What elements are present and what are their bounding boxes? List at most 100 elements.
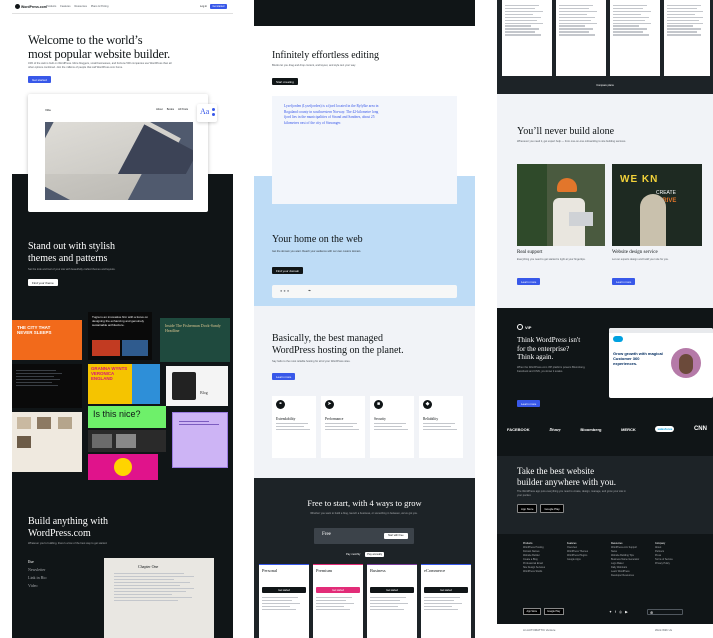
- youtube-icon[interactable]: ▶: [625, 610, 628, 614]
- billing-toggle[interactable]: Pay monthly Pay annually: [344, 552, 385, 557]
- theme-tile-fiction[interactable]: Tugra is an innovative firm with a focus…: [88, 312, 152, 360]
- hosting-subtitle: Say hello to the most reliable hosting f…: [272, 360, 351, 363]
- footer-link[interactable]: WordPress Studio: [523, 570, 545, 574]
- twitter-icon[interactable]: ✦: [609, 610, 612, 614]
- tile-blog-photo: [172, 372, 196, 400]
- nav-features[interactable]: Features: [60, 5, 70, 8]
- tile-cream-image: [17, 417, 31, 429]
- plan-feature-line: [424, 605, 452, 608]
- theme-tile-guide[interactable]: Inside The Fisherman Dock-Sandy Headline: [160, 318, 230, 362]
- themes-title: Stand out with stylish themes and patter…: [28, 241, 115, 265]
- feature-line: [423, 425, 451, 428]
- theme-tile-purple[interactable]: [172, 412, 228, 468]
- feature-line: [276, 423, 308, 425]
- hero-cta-button[interactable]: Get started: [28, 76, 51, 83]
- themes-cta-button[interactable]: Find your theme: [28, 279, 58, 286]
- footer-link[interactable]: Privacy Policy: [655, 562, 673, 566]
- plan-cta-button[interactable]: Get started: [316, 587, 360, 593]
- editing-cta-button[interactable]: Start creating: [272, 78, 298, 85]
- hero-subtitle: 43% of the web is built on WordPress. Mo…: [28, 62, 172, 69]
- wpvip-logo-text: VIP: [525, 324, 532, 330]
- support-subtitle: Whenever you need it, get expert help — …: [517, 140, 627, 143]
- language-select[interactable]: ⊕: [647, 609, 683, 615]
- style-panel[interactable]: Aa: [197, 104, 217, 122]
- wordpress-logo-icon[interactable]: [15, 4, 20, 9]
- compare-line: [505, 25, 531, 27]
- footer-app-store-badge[interactable]: App Store: [523, 608, 541, 616]
- plan-cta-button[interactable]: Get started: [262, 587, 306, 593]
- free-plan-bar: Free Start with Free: [314, 528, 414, 544]
- theme-tile-dark-list[interactable]: [12, 364, 82, 408]
- brand-logos: FACEBOOK Disney Bloomberg MERCK salesfor…: [507, 426, 707, 432]
- build-menu: Ilse Newsletter Link in Bio Video: [28, 558, 46, 590]
- themes-title-line-2: themes and patterns: [28, 253, 108, 264]
- compare-line: [505, 13, 533, 15]
- theme-tile-city[interactable]: THE CITY THAT NEVER SLEEPS: [12, 320, 82, 360]
- editing-subtitle: Blocks let you drag and drop content, an…: [272, 64, 356, 67]
- footer-google-play-badge[interactable]: Google Play: [543, 608, 564, 616]
- color-dot-icon: [212, 108, 215, 111]
- feature-card-reliability: ◆ Reliability: [419, 396, 463, 458]
- support-section: You’ll never build alone Whenever you ne…: [497, 94, 713, 308]
- feature-card-performance: ➤ Performance: [321, 396, 365, 458]
- plan-feature-line: [424, 597, 460, 599]
- automattic-credit[interactable]: An AUTOMATTIC Venture: [523, 628, 555, 632]
- build-menu-newsletter[interactable]: Newsletter: [28, 566, 46, 574]
- plan-feature-line: [316, 608, 350, 611]
- toggle-monthly[interactable]: Pay monthly: [344, 552, 362, 557]
- compare-line: [667, 22, 703, 24]
- nav-resources[interactable]: Resources: [75, 5, 87, 8]
- site-logo-text[interactable]: WordPress.com: [21, 5, 47, 9]
- feature-title: Performance: [325, 417, 344, 421]
- compare-line: [613, 28, 647, 30]
- hosting-cta-button[interactable]: Learn more: [272, 373, 296, 380]
- hero-title-line-2: most popular website builder.: [28, 47, 171, 61]
- build-menu-video[interactable]: Video: [28, 582, 46, 590]
- free-plan-button[interactable]: Start with Free: [384, 532, 408, 539]
- domain-title: Your home on the web: [272, 234, 363, 245]
- theme-tile-blue[interactable]: [132, 364, 160, 404]
- real-support-button[interactable]: Learn more: [517, 278, 541, 285]
- theme-tile-blog[interactable]: Blog: [166, 366, 228, 406]
- theme-tile-nice[interactable]: Is this nice?: [88, 406, 166, 428]
- compare-plans-link[interactable]: Compare plans: [497, 84, 713, 87]
- plan-feature-line: [262, 599, 292, 602]
- plan-cta-button[interactable]: Get started: [424, 587, 468, 593]
- login-link[interactable]: Log in: [200, 5, 207, 8]
- plan-name: Premium: [316, 568, 333, 573]
- theme-tile-veronica[interactable]: GRANNA WYNTS VERONICA ENGLAND: [88, 364, 132, 404]
- nav-products[interactable]: Products: [46, 5, 56, 8]
- domain-search-bar[interactable]: ●●● ⌁: [272, 285, 457, 298]
- work-with-us-link[interactable]: Work With Us: [655, 628, 672, 632]
- app-store-badge[interactable]: App Store: [517, 504, 538, 513]
- build-menu-ilse[interactable]: Ilse: [28, 558, 46, 566]
- design-service-button[interactable]: Learn more: [612, 278, 636, 285]
- app-title-line-2: builder anywhere with you.: [517, 477, 616, 487]
- plan-feature-line: [262, 605, 290, 608]
- theme-tile-cream[interactable]: [12, 412, 82, 472]
- theme-tile-dark-photo[interactable]: [88, 430, 166, 452]
- tile-magenta-figure: [114, 458, 132, 476]
- plan-cta-button[interactable]: Get started: [370, 587, 414, 593]
- toggle-annually[interactable]: Pay annually: [365, 552, 385, 557]
- feature-title: Security: [374, 417, 386, 421]
- footer-link[interactable]: Google Apps: [567, 558, 588, 562]
- nav-plans[interactable]: Plans & Pricing: [91, 5, 109, 8]
- tile-line: [16, 384, 58, 386]
- screenshot-homepage-middle: Infinitely effortless editing Blocks let…: [254, 0, 475, 638]
- instagram-icon[interactable]: ◎: [619, 610, 622, 614]
- app-title: Take the best website builder anywhere w…: [517, 466, 616, 488]
- facebook-icon[interactable]: f: [615, 610, 616, 614]
- get-started-button[interactable]: Get started: [210, 3, 227, 9]
- design-photo-graffiti: WE KN: [620, 174, 659, 185]
- footer-link[interactable]: Developer Resources: [611, 574, 639, 578]
- preview-line: [114, 575, 194, 578]
- enterprise-cta-button[interactable]: Learn more: [517, 400, 541, 407]
- domain-cta-button[interactable]: Find your domain: [272, 267, 304, 274]
- build-menu-linkinbio[interactable]: Link in Bio: [28, 574, 46, 582]
- browser-bar: [609, 328, 713, 333]
- preview-line: [114, 596, 192, 599]
- google-play-badge[interactable]: Google Play: [540, 504, 564, 513]
- salesforce-logo: salesforce: [655, 426, 675, 432]
- theme-tile-magenta[interactable]: [88, 454, 158, 480]
